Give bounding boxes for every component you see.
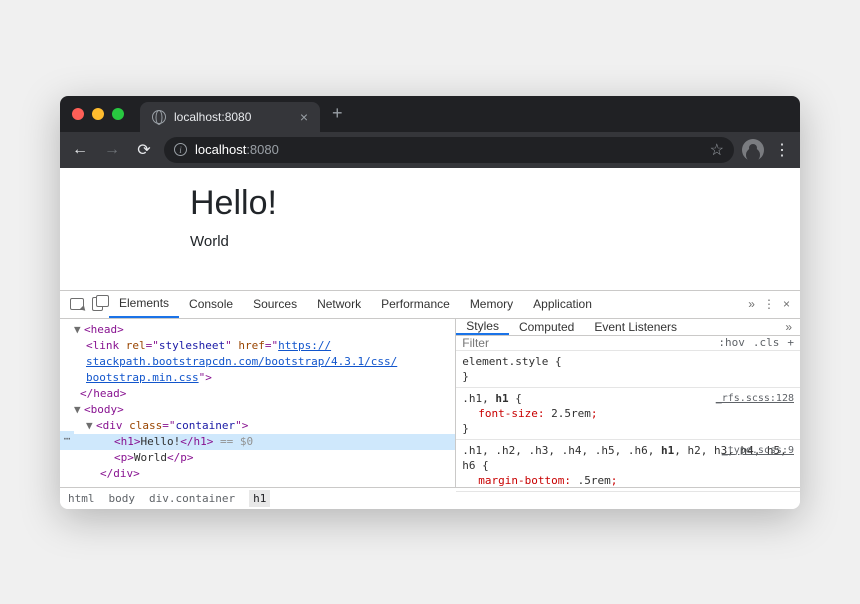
style-block-h1[interactable]: _rfs.scss:128 .h1, h1 { font-size: 2.5re… [456,388,800,440]
devtools-close-icon[interactable]: × [783,297,790,311]
node-head-close[interactable]: </head> [80,387,126,400]
browser-tab[interactable]: localhost:8080 × [140,102,320,132]
close-window-button[interactable] [72,108,84,120]
tab-strip: localhost:8080 × + [60,96,800,132]
profile-avatar[interactable] [742,139,764,161]
tab-elements[interactable]: Elements [109,291,179,318]
crumb-h1[interactable]: h1 [249,490,270,507]
tab-memory[interactable]: Memory [460,291,523,318]
tab-application[interactable]: Application [523,291,602,318]
url-field[interactable]: i localhost:8080 ☆ [164,137,734,163]
device-toggle-icon[interactable] [92,297,103,311]
cls-toggle[interactable]: .cls [753,336,780,349]
styles-tab-listeners[interactable]: Event Listeners [584,319,687,335]
site-info-icon[interactable]: i [174,143,187,156]
styles-panel: Styles Computed Event Listeners » :hov .… [456,319,800,487]
minimize-window-button[interactable] [92,108,104,120]
maximize-window-button[interactable] [112,108,124,120]
tab-performance[interactable]: Performance [371,291,460,318]
devtools-body: ▼<head> <link rel="stylesheet" href="htt… [60,319,800,487]
tab-title: localhost:8080 [174,110,251,124]
styles-tabs: Styles Computed Event Listeners » [456,319,800,336]
tab-network[interactable]: Network [307,291,371,318]
styles-filter-row: :hov .cls + [456,336,800,351]
node-div-close[interactable]: </div> [100,467,140,480]
crumb-html[interactable]: html [68,492,95,505]
new-tab-button[interactable]: + [320,103,355,124]
node-p[interactable]: <p>World</p> [60,450,455,466]
tab-sources[interactable]: Sources [243,291,307,318]
devtools-panel: Elements Console Sources Network Perform… [60,290,800,509]
page-viewport: Hello! World [60,168,800,290]
reload-button[interactable]: ⟳ [132,138,156,162]
browser-menu-button[interactable]: ⋮ [772,140,792,160]
node-body[interactable]: <body> [84,403,124,416]
page-paragraph: World [190,233,800,250]
style-block-element[interactable]: element.style { } [456,351,800,388]
crumb-body[interactable]: body [109,492,136,505]
more-styles-tabs-icon[interactable]: » [785,320,800,334]
style-block-headings[interactable]: _type.scss:9 .h1, .h2, .h3, .h4, .h5, .h… [456,440,800,492]
source-link-type[interactable]: _type.scss:9 [722,443,794,458]
address-bar: ← → ⟳ i localhost:8080 ☆ ⋮ [60,132,800,168]
devtools-tabs: Elements Console Sources Network Perform… [60,291,800,319]
node-h1-selected[interactable]: <h1>Hello!</h1> == $0 [60,434,455,450]
element-picker-icon[interactable] [70,298,84,310]
source-link-rfs[interactable]: _rfs.scss:128 [716,391,794,406]
traffic-lights [72,108,124,120]
forward-button[interactable]: → [100,138,124,162]
bookmark-icon[interactable]: ☆ [710,140,724,160]
back-button[interactable]: ← [68,138,92,162]
new-rule-button[interactable]: + [787,336,794,349]
hov-toggle[interactable]: :hov [718,336,745,349]
close-tab-button[interactable]: × [300,110,308,124]
crumb-div[interactable]: div.container [149,492,235,505]
more-tabs-icon[interactable]: » [748,297,755,311]
page-heading: Hello! [190,184,800,223]
devtools-menu-icon[interactable]: ⋮ [763,297,775,311]
url-port: :8080 [246,142,279,157]
url-host: localhost [195,142,246,157]
browser-window: localhost:8080 × + ← → ⟳ i localhost:808… [60,96,800,509]
tab-console[interactable]: Console [179,291,243,318]
elements-tree[interactable]: ▼<head> <link rel="stylesheet" href="htt… [60,319,456,487]
node-head[interactable]: <head> [84,323,124,336]
globe-icon [152,110,166,124]
styles-tab-styles[interactable]: Styles [456,319,509,335]
styles-filter-input[interactable] [462,336,718,350]
styles-tab-computed[interactable]: Computed [509,319,584,335]
